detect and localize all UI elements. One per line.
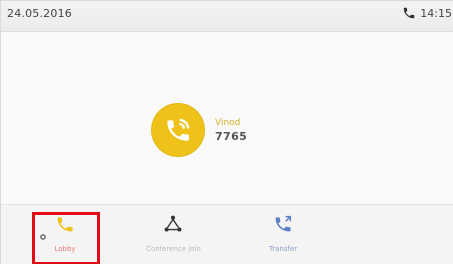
call-screen: Vinod 7765 [1, 32, 453, 204]
contact-number: 7765 [215, 129, 248, 143]
contact-name: Vinod [215, 117, 241, 128]
softkey-label: Transfer [269, 245, 298, 253]
status-right: 14:15 [402, 6, 452, 20]
conference-icon [162, 213, 184, 239]
phone-screen: 24.05.2016 14:15 Vinod 7765 Lobby Confer… [0, 0, 453, 264]
phone-icon [402, 6, 416, 20]
softkey-label: Conference join [146, 245, 201, 253]
softkey-transfer[interactable]: Transfer [269, 213, 297, 253]
call-in-progress-icon [151, 103, 205, 157]
phone-transfer-icon [272, 213, 294, 239]
status-time: 14:15 [420, 6, 452, 20]
softkey-conference-join[interactable]: Conference join [146, 213, 201, 253]
contact-text: Vinod 7765 [215, 118, 247, 143]
active-call[interactable]: Vinod 7765 [151, 103, 247, 157]
status-date: 24.05.2016 [7, 7, 72, 20]
status-bar: 24.05.2016 14:15 [1, 1, 453, 32]
highlight-box [32, 212, 100, 264]
